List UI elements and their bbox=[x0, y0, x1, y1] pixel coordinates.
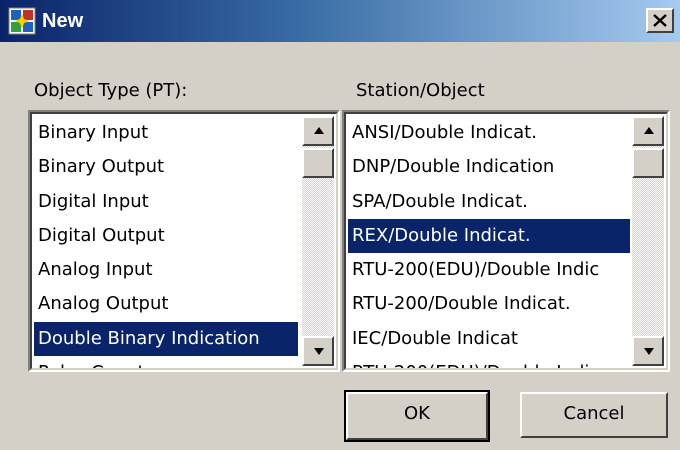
arrow-down-icon bbox=[314, 348, 324, 355]
object-type-label: Object Type (PT): bbox=[34, 80, 188, 101]
list-item[interactable]: ANSI/Double Indicat. bbox=[348, 116, 630, 150]
object-type-listbox[interactable]: Binary Input Binary Output Digital Input Di… bbox=[28, 110, 340, 372]
station-object-listbox[interactable]: ANSI/Double Indicat. DNP/Double Indicatio… bbox=[342, 110, 670, 372]
arrow-down-icon bbox=[644, 348, 654, 355]
list-item[interactable]: RTU-200(EDU)/Double Indic bbox=[348, 253, 630, 287]
title-bar[interactable]: New bbox=[0, 0, 680, 42]
list-item[interactable]: Double Binary Indication bbox=[34, 321, 298, 357]
station-object-label: Station/Object bbox=[356, 80, 485, 101]
new-object-icon bbox=[8, 7, 36, 35]
list-item[interactable]: RTU-200/Double Indicat. bbox=[348, 287, 630, 321]
scroll-down-button[interactable] bbox=[302, 336, 334, 366]
scroll-thumb[interactable] bbox=[632, 148, 664, 178]
scroll-up-button[interactable] bbox=[302, 116, 334, 146]
list-item[interactable]: Binary Input bbox=[34, 116, 298, 150]
ok-button[interactable]: OK bbox=[344, 390, 490, 442]
scroll-down-button[interactable] bbox=[632, 336, 664, 366]
list-item[interactable]: SPA/Double Indicat. bbox=[348, 185, 630, 219]
list-item[interactable]: REX/Double Indicat. bbox=[348, 218, 630, 254]
object-type-items: Binary Input Binary Output Digital Input Di… bbox=[34, 116, 298, 368]
arrow-up-icon bbox=[644, 127, 654, 134]
list-item[interactable]: Digital Output bbox=[34, 219, 298, 253]
close-icon bbox=[653, 14, 667, 27]
station-object-scrollbar[interactable] bbox=[632, 116, 664, 366]
station-object-items: ANSI/Double Indicat. DNP/Double Indicatio… bbox=[348, 116, 630, 368]
list-item[interactable]: Binary Output bbox=[34, 150, 298, 184]
arrow-up-icon bbox=[314, 127, 324, 134]
list-item[interactable]: Analog Input bbox=[34, 253, 298, 287]
list-item[interactable]: Pulse Counter bbox=[34, 356, 298, 368]
scroll-up-button[interactable] bbox=[632, 116, 664, 146]
cancel-button[interactable]: Cancel bbox=[520, 392, 668, 438]
close-button[interactable] bbox=[646, 8, 674, 33]
list-item[interactable]: Analog Output bbox=[34, 287, 298, 321]
scroll-thumb[interactable] bbox=[302, 148, 334, 178]
object-type-scrollbar[interactable] bbox=[302, 116, 334, 366]
list-item[interactable]: Digital Input bbox=[34, 185, 298, 219]
window-title: New bbox=[42, 10, 84, 32]
list-item[interactable]: IEC/Double Indicat bbox=[348, 322, 630, 356]
list-item[interactable]: RTU-200(EDU)/Double Indic bbox=[348, 356, 630, 368]
list-item[interactable]: DNP/Double Indication bbox=[348, 150, 630, 184]
